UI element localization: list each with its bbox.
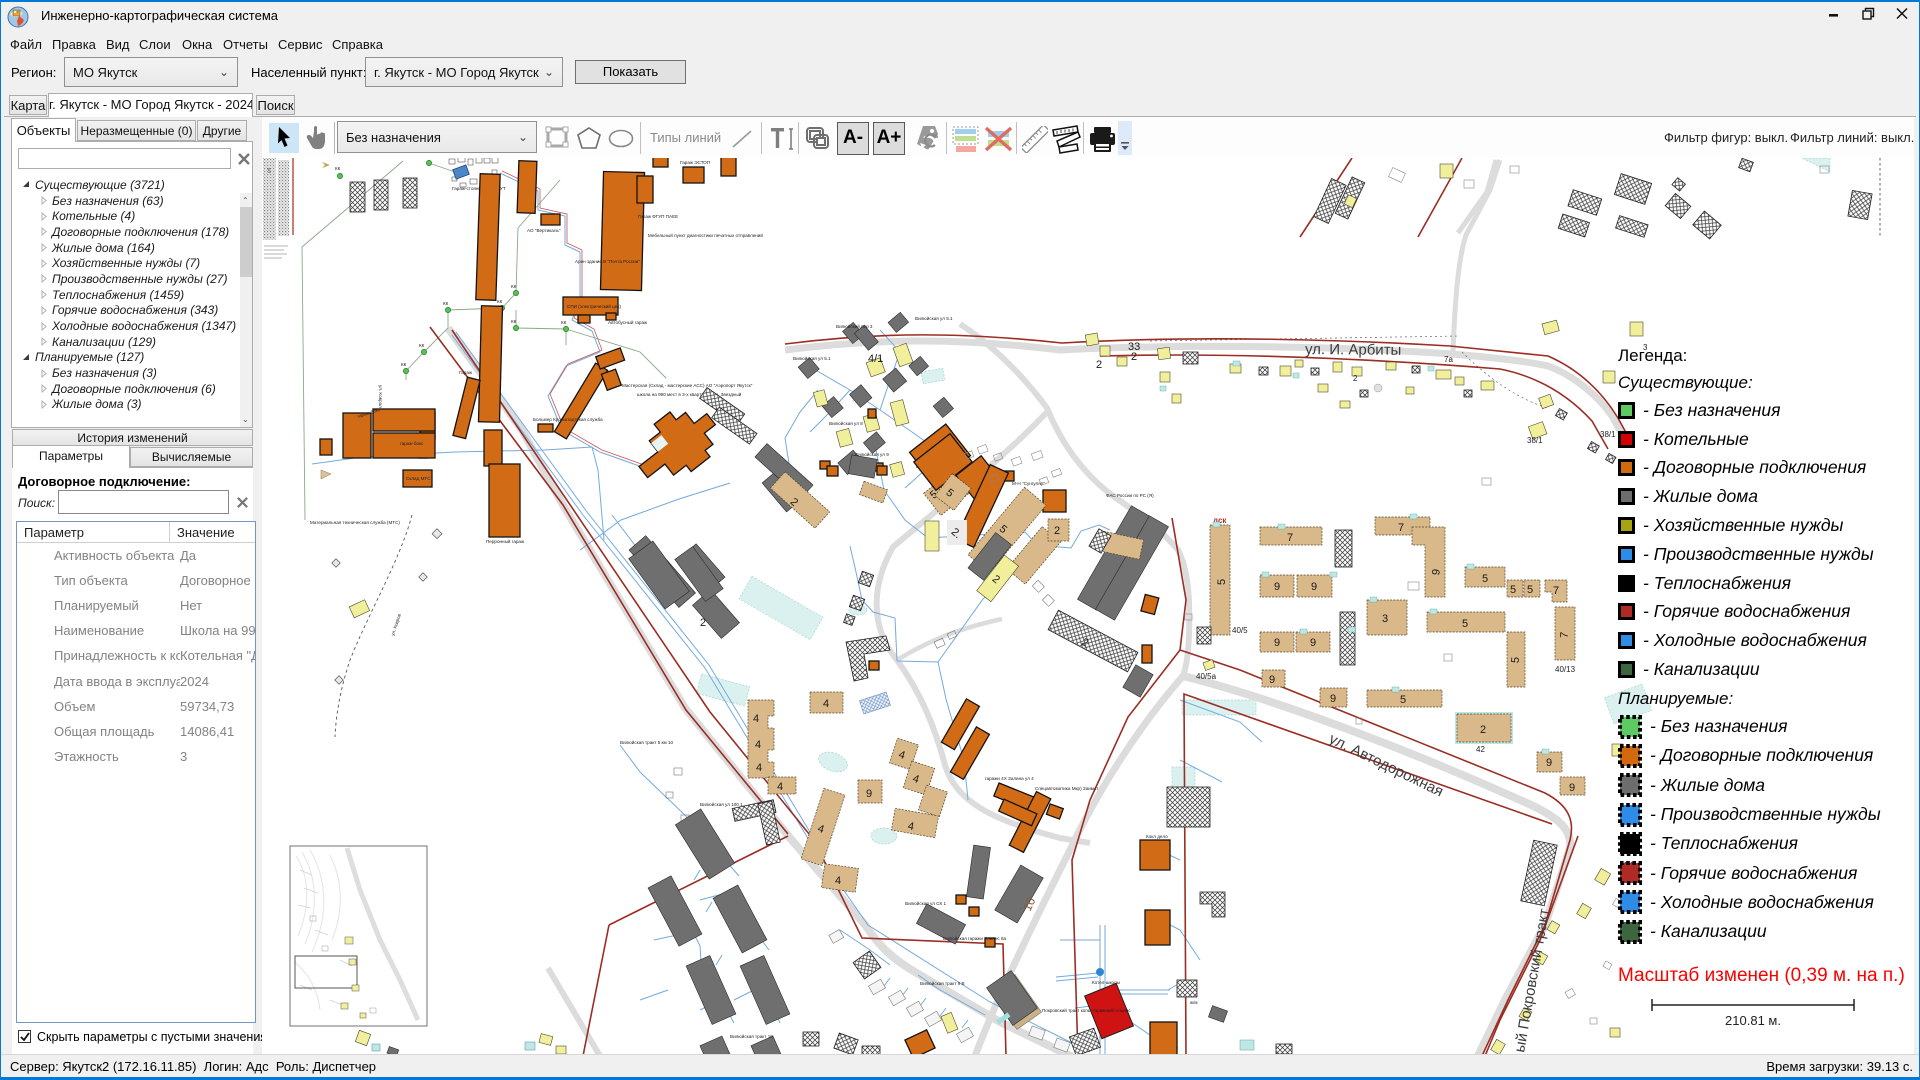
svg-text:Вилюйская ул 100 1: Вилюйская ул 100 1 [700,801,743,807]
svg-text:5: 5 [1216,579,1228,585]
svg-text:гаражи 4Х Залина ул 4: гаражи 4Х Залина ул 4 [985,776,1034,781]
svg-text:Вилюйская тракт 10: Вилюйская тракт 10 [730,1033,773,1039]
svg-text:Перронный гараж: Перронный гараж [486,538,525,544]
svg-text:2: 2 [700,617,706,629]
svg-text:Котел-школы: Котел-школы [1092,980,1120,985]
svg-text:42: 42 [1476,745,1485,754]
svg-text:Вилюйская ул СК 1: Вилюйская ул СК 1 [905,900,946,906]
svg-text:2: 2 [1131,351,1137,363]
svg-text:Мебельный пункт диагностики пе: Мебельный пункт диагностики печатных отп… [648,232,763,238]
svg-text:ул: ул [267,168,272,173]
svg-text:КК: КК [419,343,425,348]
svg-text:ул. Коврол: ул. Коврол [378,385,383,408]
svg-text:КК: КК [511,284,517,289]
svg-text:ж/м: ж/м [1190,1000,1198,1005]
svg-text:2: 2 [1054,525,1060,537]
svg-text:2: 2 [1480,724,1486,736]
svg-text:4: 4 [753,713,759,725]
svg-text:Автобусный гараж: Автобусный гараж [608,319,648,325]
svg-text:7: 7 [1553,585,1559,597]
svg-text:9: 9 [866,788,872,800]
svg-text:Вилюйская тракт 5 км 10: Вилюйская тракт 5 км 10 [620,739,674,745]
svg-text:СПИ (электрический цех): СПИ (электрический цех) [567,303,621,309]
svg-text:ФАС России по РС (Я): ФАС России по РС (Я) [1106,493,1154,498]
svg-text:40/5: 40/5 [1232,626,1248,635]
svg-text:210.81 м.: 210.81 м. [1725,1013,1781,1028]
svg-text:40/5а: 40/5а [1196,672,1217,681]
svg-text:9: 9 [1310,637,1316,649]
svg-text:КК: КК [335,166,341,171]
svg-text:5: 5 [1527,584,1533,596]
svg-text:Больмер Кронштадтская служба: Больмер Кронштадтская служба [533,417,603,422]
svg-text:9: 9 [1274,637,1280,649]
svg-text:9: 9 [1311,581,1317,593]
svg-text:4: 4 [756,762,762,774]
svg-text:3: 3 [1382,613,1388,625]
svg-text:КК: КК [443,301,449,306]
svg-text:КК: КК [511,319,517,324]
svg-text:школа на 990 мест в 3-х кварта: школа на 990 мест в 3-х квартале мкр. Зв… [637,391,742,397]
svg-text:5: 5 [1510,657,1522,664]
svg-text:ул. И. Арбиты: ул. И. Арбиты [1305,341,1401,359]
svg-text:4: 4 [755,739,761,751]
svg-text:2: 2 [1353,374,1358,383]
svg-text:Гараж: Гараж [459,370,473,375]
svg-text:9: 9 [1330,693,1336,705]
svg-text:7а: 7а [1444,355,1453,364]
svg-text:40/13: 40/13 [1555,665,1576,674]
svg-text:7: 7 [1287,532,1293,544]
svg-text:9: 9 [1269,674,1275,686]
svg-text:4/1: 4/1 [868,353,883,365]
svg-text:4: 4 [835,875,841,887]
svg-text:4: 4 [777,781,783,793]
svg-text:Арен здание В "Почта России": Арен здание В "Почта России" [575,259,640,264]
svg-text:5: 5 [1510,584,1516,596]
svg-text:гараж-бокс: гараж-бокс [400,441,424,446]
svg-text:2: 2 [1096,359,1102,371]
svg-text:АО "Вертикаль": АО "Вертикаль" [527,228,561,233]
svg-text:7: 7 [1398,522,1404,534]
svg-text:Гараж ЭСТОП: Гараж ЭСТОП [680,160,710,165]
svg-text:Гараж ФГУП ПАЕЕ: Гараж ФГУП ПАЕЕ [638,214,678,219]
svg-text:9: 9 [1546,757,1552,769]
svg-text:Вилюйская тракт 9 В: Вилюйская тракт 9 В [920,980,965,986]
svg-text:Вилюйская ул 5.1: Вилюйская ул 5.1 [915,315,953,321]
svg-text:Вилюйский пер 3: Вилюйский пер 3 [836,323,873,329]
svg-text:Спецавтоматика Мкр) Заимст: Спецавтоматика Мкр) Заимст [1035,786,1099,791]
svg-text:КК: КК [561,320,567,325]
svg-text:5: 5 [1400,694,1406,706]
svg-text:5: 5 [1462,618,1468,630]
svg-text:9: 9 [1569,782,1575,794]
svg-text:Мастерская (Склад - мастерские: Мастерская (Склад - мастерские АСС) АО "… [622,383,753,388]
svg-text:КК: КК [497,299,503,304]
svg-text:КК: КК [401,362,407,367]
svg-text:4: 4 [823,698,829,710]
svg-text:Вилюйская гаражи Альянс 8а: Вилюйская гаражи Альянс 8а [943,935,1006,941]
svg-text:38/1: 38/1 [1527,436,1543,445]
svg-text:5: 5 [1482,573,1488,585]
svg-text:Вилюйская ул 8: Вилюйская ул 8 [829,420,863,426]
svg-text:Вилюйская ул 5.1: Вилюйская ул 5.1 [793,355,831,361]
svg-text:Материальная техническая служб: Материальная техническая служба (МТС) [310,520,400,525]
svg-text:Склад МТС: Склад МТС [406,476,431,481]
svg-text:7: 7 [1559,632,1571,639]
svg-text:38/1: 38/1 [1600,430,1616,439]
svg-text:Кокл дело: Кокл дело [1146,834,1168,839]
svg-text:Покровский тракт копы Гаражный: Покровский тракт копы Гаражный Альянс [1042,1007,1131,1013]
svg-text:9: 9 [1274,581,1280,593]
